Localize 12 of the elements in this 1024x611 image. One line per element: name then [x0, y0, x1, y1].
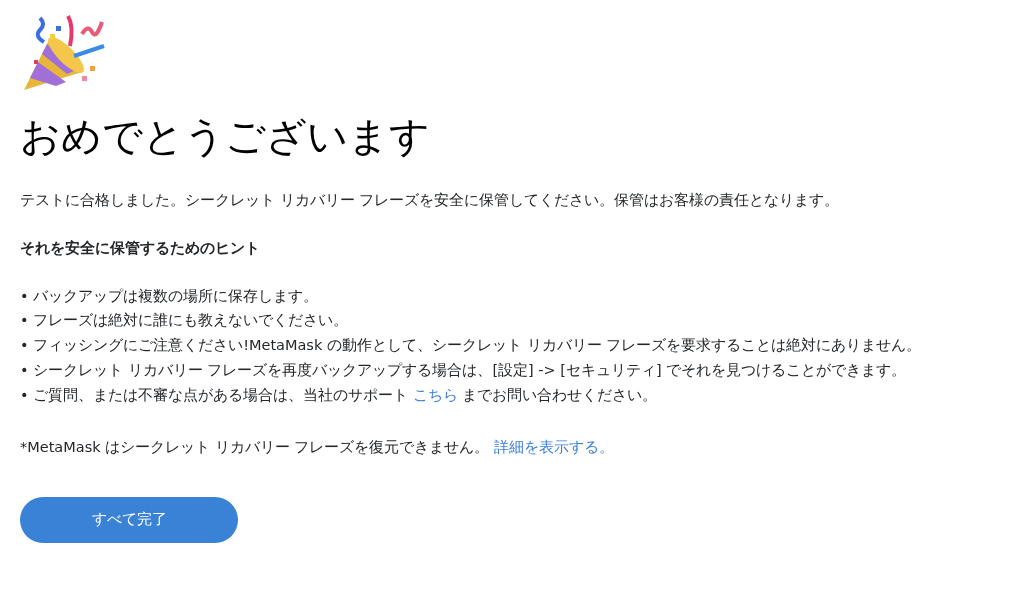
- tip-text: • ご質問、または不審な点がある場合は、当社のサポート こちら までお問い合わせください。: [20, 385, 659, 405]
- page-title: おめでとうございます: [20, 112, 431, 161]
- done-button[interactable]: すべて完了: [20, 497, 238, 543]
- tip-text: • バックアップは複数の場所に保存します。: [20, 286, 320, 306]
- tip-text: • フレーズは絶対に誰にも教えないでください。: [20, 311, 350, 331]
- link[interactable]: こちら: [412, 386, 458, 403]
- tips-heading: それを安全に保管するためのヒント: [20, 238, 261, 258]
- tip-text: • シークレット リカバリー フレーズを再度バックアップする場合は、[設定] -> [セキュリティ] でそれを見つけることができます。: [20, 360, 908, 380]
- link[interactable]: 詳細を表示する。: [494, 439, 615, 456]
- footnote-text: *MetaMask はシークレット リカバリー フレーズを復元できません。 詳細を表示する。: [20, 438, 616, 458]
- tip-text: • フィッシングにご注意ください!MetaMask の動作として、シークレット リカバリー フレーズを要求することは絶対にありません。: [20, 336, 923, 355]
- intro-text: テストに合格しました。シークレット リカバリー フレーズを安全に保管してください。保管はお客様の責任となります。: [20, 191, 841, 210]
